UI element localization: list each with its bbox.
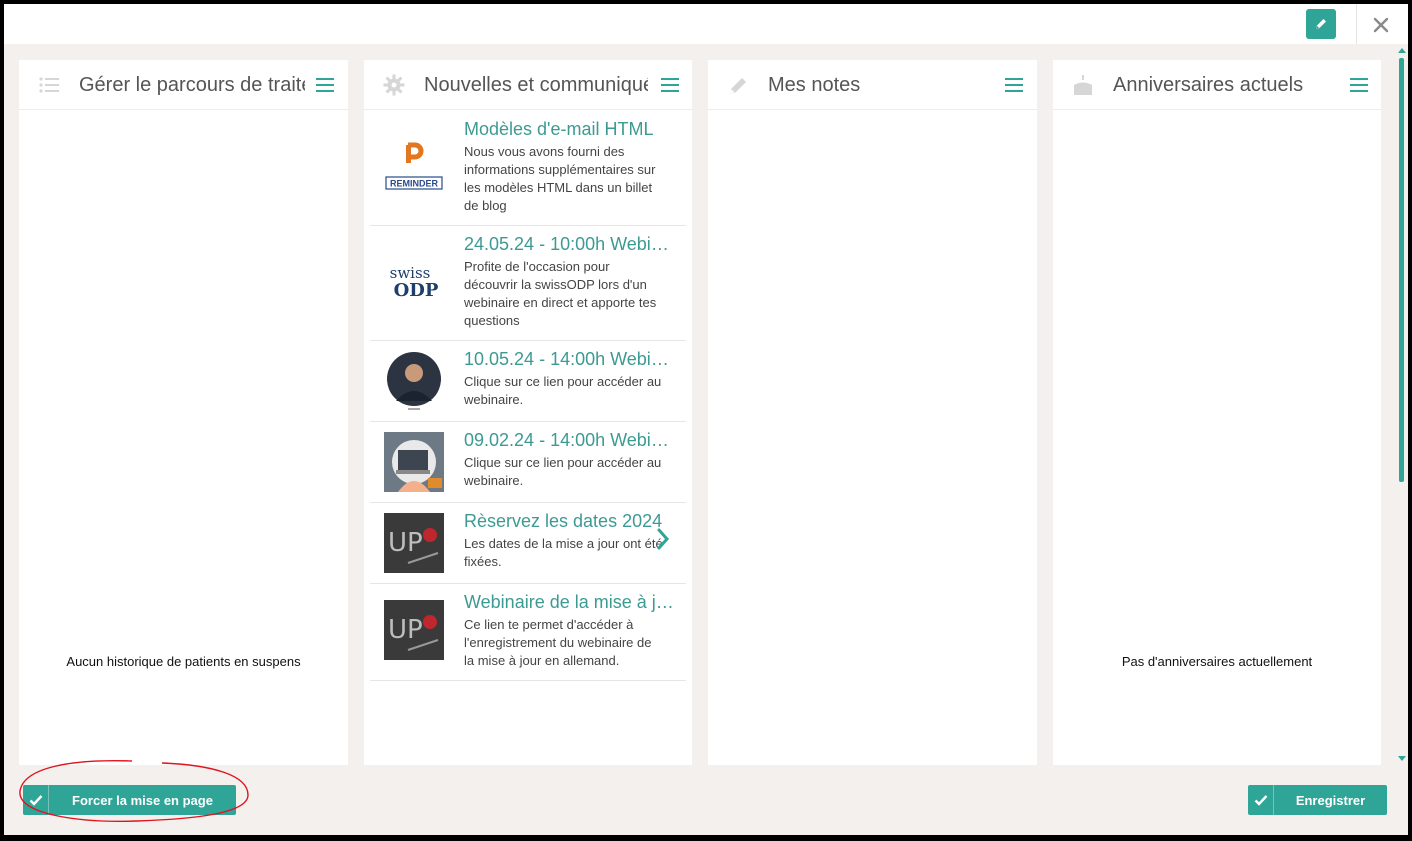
notes-panel-title: Mes notes (768, 74, 861, 96)
news-item-title[interactable]: 09.02.24 - 14:00h Webinaire (464, 430, 676, 451)
news-item-desc: Clique sur ce lien pour accéder au webin… (464, 374, 662, 407)
close-button[interactable] (1368, 12, 1394, 38)
notes-menu-icon[interactable] (1005, 78, 1023, 92)
news-item[interactable]: UP Webinaire de la mise à jour Ce lien t… (370, 584, 686, 681)
pencil-icon (730, 78, 746, 94)
news-item[interactable]: 10.05.24 - 14:00h Webinaire Clique sur c… (370, 341, 686, 422)
scroll-thumb[interactable] (1399, 58, 1404, 482)
svg-text:ODP: ODP (394, 280, 439, 301)
speaker-photo-icon (384, 351, 444, 411)
news-item[interactable]: REMINDER Modèles d'e-mail HTML Nous vous… (370, 111, 686, 226)
topbar-divider (1356, 4, 1357, 44)
news-list: REMINDER Modèles d'e-mail HTML Nous vous… (370, 111, 686, 681)
scrollbar[interactable] (1396, 44, 1408, 768)
birthdays-menu-icon[interactable] (1350, 78, 1368, 92)
birthdays-panel-header: Anniversaires actuels (1053, 60, 1381, 110)
birthdays-panel-title: Anniversaires actuels (1113, 74, 1304, 96)
notes-panel-header: Mes notes (708, 60, 1037, 110)
reminder-logo-text: REMINDER (390, 179, 439, 189)
cake-icon (1074, 75, 1092, 95)
gear-icon (383, 74, 405, 96)
reminder-logo-icon: REMINDER (384, 137, 444, 197)
birthdays-empty-message: Pas d'anniversaires actuellement (1121, 654, 1313, 669)
news-item[interactable]: 09.02.24 - 14:00h Webinaire Clique sur c… (370, 422, 686, 503)
treatment-empty-message: Aucun historique de patients en suspens (66, 654, 301, 669)
news-panel: Nouvelles et communiqués REMINDER Modèle… (364, 60, 692, 765)
news-item-title[interactable]: Webinaire de la mise à jour (464, 592, 676, 613)
laptop-photo-icon (384, 432, 444, 492)
news-panel-title: Nouvelles et communiqués (424, 74, 648, 96)
news-item-title[interactable]: 24.05.24 - 10:00h Webinaire (464, 234, 676, 255)
update-photo-icon: UP (384, 513, 444, 573)
list-icon (39, 77, 59, 93)
birthdays-panel: Anniversaires actuels Pas d'anniversaire… (1053, 60, 1381, 765)
update-photo-icon: UP (384, 600, 444, 660)
notes-panel: Mes notes (708, 60, 1037, 765)
news-item-desc: Les dates de la mise a jour ont été fixé… (464, 536, 663, 569)
check-icon (1248, 785, 1274, 815)
news-item-title[interactable]: Modèles d'e-mail HTML (464, 119, 676, 140)
scroll-down-arrow-icon[interactable] (1398, 756, 1406, 761)
treatment-panel: Gérer le parcours de traitement Aucun hi… (19, 60, 348, 765)
swissodp-logo-icon: swiss ODP (384, 252, 444, 312)
scroll-up-arrow-icon[interactable] (1398, 48, 1406, 53)
svg-text:UP: UP (388, 528, 423, 558)
svg-text:UP: UP (388, 615, 423, 645)
news-item-title[interactable]: Rèservez les dates 2024 (464, 511, 676, 532)
treatment-menu-icon[interactable] (316, 78, 334, 92)
news-panel-header: Nouvelles et communiqués (364, 60, 692, 110)
treatment-panel-title: Gérer le parcours de traitement (79, 74, 305, 96)
news-item-desc: Clique sur ce lien pour accéder au webin… (464, 455, 662, 488)
news-item-title[interactable]: 10.05.24 - 14:00h Webinaire (464, 349, 676, 370)
news-item-desc: Ce lien te permet d'accéder à l'enregist… (464, 617, 652, 668)
edit-button[interactable] (1306, 9, 1336, 39)
dashboard-window: Gérer le parcours de traitement Aucun hi… (4, 4, 1408, 835)
news-item[interactable]: UP Rèservez les dates 2024 Les dates de … (370, 503, 686, 584)
news-item-desc: Profite de l'occasion pour découvrir la … (464, 259, 657, 328)
chevron-right-icon[interactable] (656, 527, 670, 551)
news-menu-icon[interactable] (661, 78, 679, 92)
top-bar (4, 4, 1408, 44)
pencil-icon (1316, 19, 1326, 29)
news-item-desc: Nous vous avons fourni des informations … (464, 144, 656, 213)
news-item[interactable]: swiss ODP 24.05.24 - 10:00h Webinaire Pr… (370, 226, 686, 341)
annotation-ellipse (19, 760, 249, 822)
save-button[interactable]: Enregistrer (1248, 785, 1387, 815)
save-label: Enregistrer (1295, 792, 1366, 808)
close-icon (1373, 17, 1389, 33)
treatment-panel-header: Gérer le parcours de traitement (19, 60, 348, 110)
